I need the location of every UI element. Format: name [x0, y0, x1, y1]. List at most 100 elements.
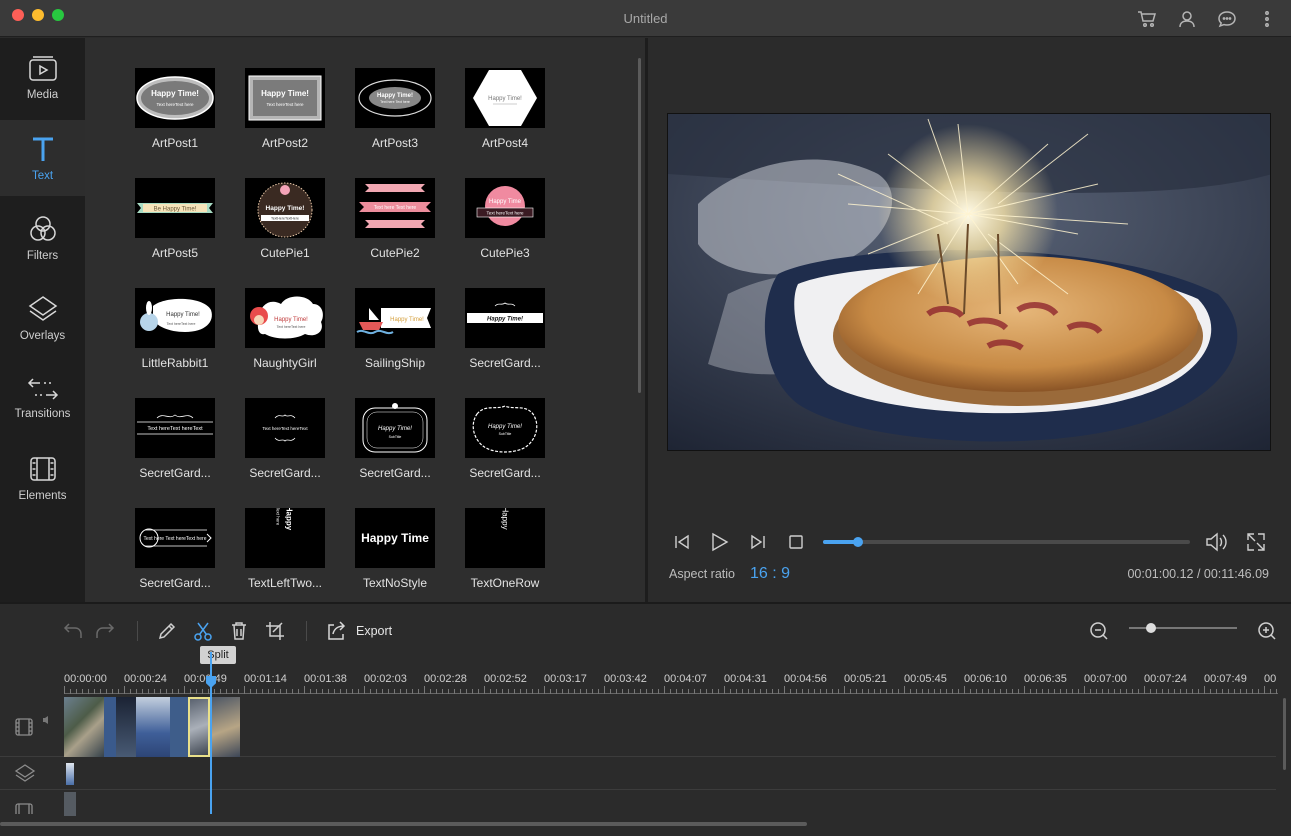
sidebar-item-label: Media	[26, 88, 59, 101]
ruler-tick	[808, 689, 809, 694]
template-tile-secretgarden-6[interactable]: Text here Text hereText here SecretGard.…	[135, 508, 215, 590]
template-tile-secretgarden-5[interactable]: Happy Time! SubTitle SecretGard...	[465, 398, 545, 480]
edit-button[interactable]	[156, 620, 178, 642]
playback-progress-bar[interactable]	[823, 537, 1190, 547]
app-window: Untitled Media Text Filters Overlays Tra…	[0, 0, 1291, 836]
template-tile-sailingship[interactable]: Happy Time! SailingShip	[355, 288, 435, 370]
delete-button[interactable]	[228, 620, 250, 642]
video-clip[interactable]	[104, 697, 116, 757]
video-clip[interactable]	[210, 697, 240, 757]
template-tile-secretgarden-4[interactable]: Happy Time! SubTitle SecretGard...	[355, 398, 435, 480]
ruler-tick	[910, 689, 911, 694]
template-tile-textlefttwo[interactable]: Happy Text here TextLeftTwo...	[245, 508, 325, 590]
play-button[interactable]	[707, 530, 731, 554]
selected-video-clip[interactable]	[188, 697, 210, 757]
aspect-ratio-dropdown[interactable]: 16 : 9	[750, 565, 790, 583]
overlay-clip[interactable]	[66, 763, 74, 785]
template-tile-artpost4[interactable]: Happy Time! ArtPost4	[465, 68, 545, 150]
ruler-tick	[940, 689, 941, 694]
svg-text:Text hereText hereText: Text hereText hereText	[262, 426, 308, 431]
next-frame-button[interactable]	[746, 530, 770, 554]
zoom-out-button[interactable]	[1088, 620, 1110, 642]
fullscreen-button[interactable]	[1244, 530, 1268, 554]
template-tile-cutepie3[interactable]: Happy Time Text hereText here CutePie3	[465, 178, 545, 260]
video-clip[interactable]	[116, 697, 136, 757]
svg-text:Happy Time!: Happy Time!	[488, 96, 522, 102]
zoom-in-button[interactable]	[1256, 620, 1278, 642]
template-tile-artpost5[interactable]: Be Happy Time! ArtPost5	[135, 178, 215, 260]
cart-icon[interactable]	[1136, 8, 1158, 30]
svg-text:Text hereText here: Text hereText here	[266, 102, 304, 107]
sidebar-item-media[interactable]: Media	[0, 40, 85, 116]
svg-text:Happy Time!: Happy Time!	[488, 424, 522, 430]
ruler-tick	[538, 689, 539, 694]
svg-text:Happy: Happy	[285, 508, 294, 531]
zoom-slider-knob[interactable]	[1145, 623, 1156, 633]
ruler-tick	[364, 686, 365, 694]
sidebar-item-overlays[interactable]: Overlays	[0, 280, 85, 356]
timeline-horizontal-scrollbar[interactable]	[0, 822, 807, 826]
redo-button[interactable]	[94, 620, 116, 642]
sidebar-item-transitions[interactable]: Transitions	[0, 360, 85, 436]
template-tile-cutepie1[interactable]: Happy Time! TextHereTextHere CutePie1	[245, 178, 325, 260]
ruler-tick	[346, 689, 347, 694]
ruler-tick	[1012, 689, 1013, 694]
ruler-tick	[1096, 689, 1097, 694]
ruler-tick	[1252, 689, 1253, 694]
template-tile-secretgarden-3[interactable]: Text hereText hereText SecretGard...	[245, 398, 325, 480]
template-tile-artpost2[interactable]: Happy Time! Text hereText here ArtPost2	[245, 68, 325, 150]
template-tile-textnostyle[interactable]: Happy Time TextNoStyle	[355, 508, 435, 590]
pencil-icon	[158, 622, 176, 640]
timeline-ruler[interactable]: 00:00:00 00:00:24 00:00:49 00:01:14 00:01:38…	[64, 673, 1278, 695]
ruler-tick	[100, 689, 101, 694]
progress-knob[interactable]	[852, 537, 863, 547]
library-scrollbar[interactable]	[638, 58, 641, 393]
ruler-tick	[64, 686, 65, 694]
text-clip[interactable]	[64, 792, 76, 816]
previous-frame-button[interactable]	[670, 530, 694, 554]
svg-text:Happy Time!: Happy Time!	[487, 317, 523, 323]
video-clip[interactable]	[64, 697, 104, 757]
sidebar-item-elements[interactable]: Elements	[0, 440, 85, 516]
ruler-tick	[1222, 689, 1223, 694]
template-tile-artpost3[interactable]: Happy Time! Text here Text here ArtPost3	[355, 68, 435, 150]
template-tile-naughtygirl[interactable]: Happy Time! Text hereText here NaughtyGir…	[245, 288, 325, 370]
undo-button[interactable]	[62, 620, 84, 642]
template-tile-cutepie2[interactable]: Text here Text here CutePie2	[355, 178, 435, 260]
video-clip[interactable]	[170, 697, 188, 757]
video-clip[interactable]	[136, 697, 170, 757]
chat-icon[interactable]	[1216, 8, 1238, 30]
split-button[interactable]	[192, 620, 214, 642]
ruler-tick	[292, 689, 293, 694]
volume-button[interactable]	[1205, 530, 1229, 554]
stop-button[interactable]	[784, 530, 808, 554]
ruler-tick	[736, 689, 737, 694]
ruler-tick	[274, 689, 275, 694]
svg-text:Text hereText here: Text hereText here	[486, 211, 524, 216]
template-thumbnail: Happy Time!	[355, 288, 435, 348]
sidebar-item-text[interactable]: Text	[0, 120, 85, 196]
template-tile-secretgarden-1[interactable]: Happy Time! SecretGard...	[465, 288, 545, 370]
timeline-divider[interactable]	[0, 602, 1291, 604]
svg-text:Happy Time!: Happy Time!	[261, 89, 309, 98]
ruler-tick	[892, 689, 893, 694]
template-tile-artpost1[interactable]: Happy Time! Text hereText here ArtPost1	[135, 68, 215, 150]
audio-volume-icon[interactable]	[42, 715, 52, 725]
crop-button[interactable]	[264, 620, 286, 642]
video-preview[interactable]	[667, 113, 1271, 451]
ruler-tick	[1006, 689, 1007, 694]
ruler-tick	[916, 689, 917, 694]
timeline-vertical-scrollbar[interactable]	[1283, 698, 1286, 770]
export-button[interactable]: Export	[326, 620, 392, 642]
ruler-tick	[778, 689, 779, 694]
sidebar-item-filters[interactable]: Filters	[0, 200, 85, 276]
template-tile-secretgarden-2[interactable]: Text hereText hereText SecretGard...	[135, 398, 215, 480]
template-tile-littlerabbit1[interactable]: Happy Time! Text hereText here LittleRabb…	[135, 288, 215, 370]
ruler-tick	[526, 689, 527, 694]
ruler-tick	[664, 686, 665, 694]
ruler-tick	[874, 689, 875, 694]
more-icon[interactable]	[1256, 8, 1278, 30]
template-tile-textonerow[interactable]: Happy TextOneRow	[465, 508, 545, 590]
user-icon[interactable]	[1176, 8, 1198, 30]
ruler-tick	[298, 689, 299, 694]
